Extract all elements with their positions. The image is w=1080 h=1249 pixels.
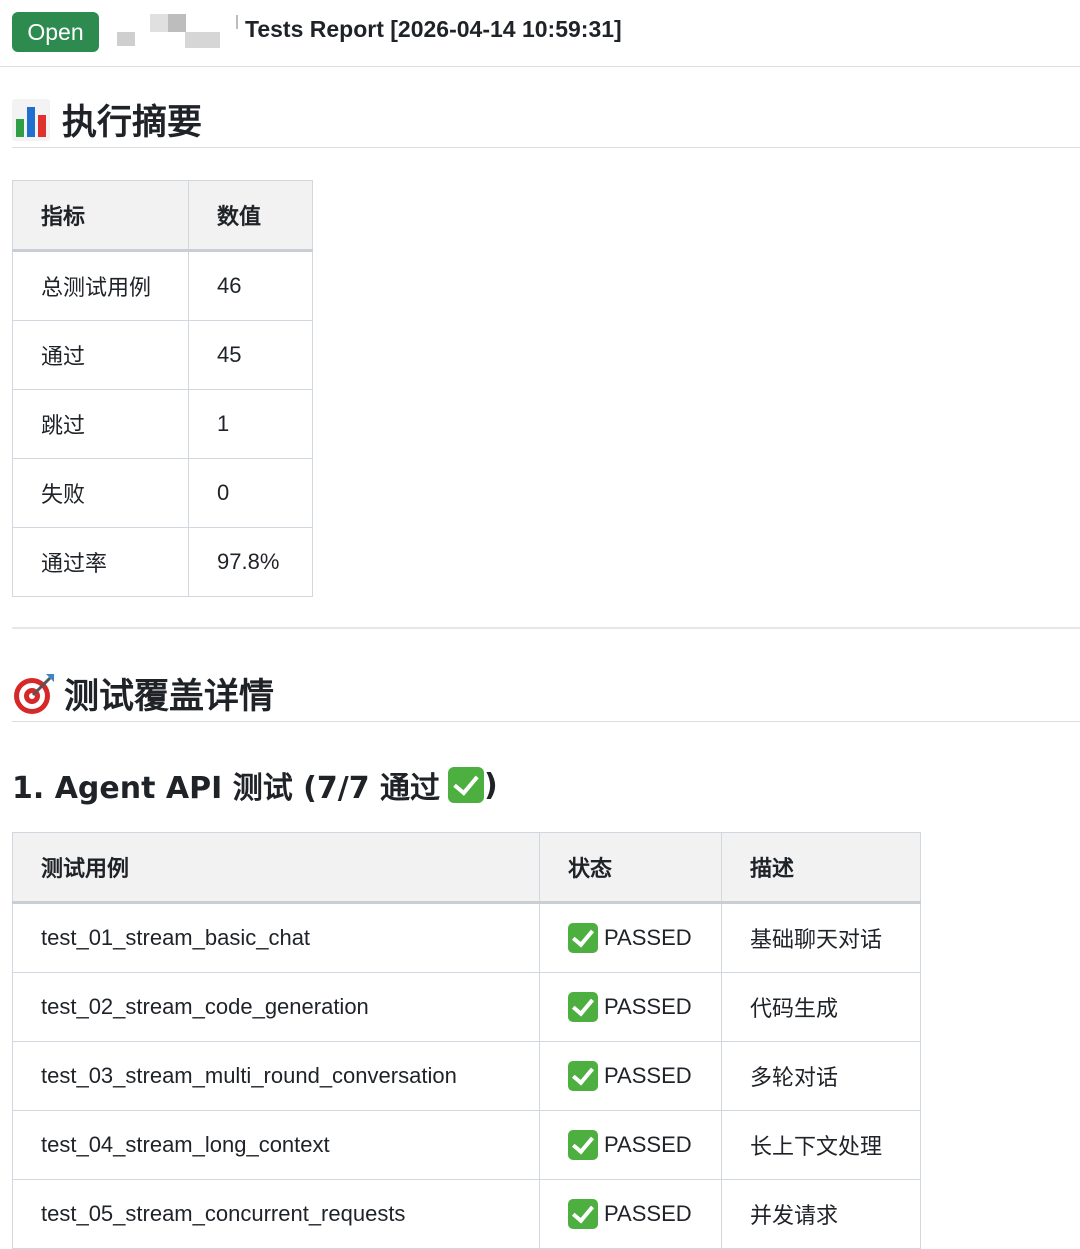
- table-row: 通过 45: [12, 320, 313, 390]
- subheading-text: 1. Agent API 测试 (7/7 通过: [12, 771, 441, 806]
- column-header: 数值: [188, 180, 313, 252]
- test-case-name: test_05_stream_concurrent_requests: [12, 1179, 540, 1249]
- table-header-row: 指标 数值: [12, 180, 313, 252]
- metric-name: 通过率: [12, 527, 189, 597]
- metric-value: 46: [188, 250, 313, 321]
- summary-heading-text: 执行摘要: [62, 103, 203, 143]
- table-row: 跳过 1: [12, 389, 313, 459]
- check-mark-icon: [448, 767, 485, 803]
- redacted-block: [185, 32, 220, 48]
- test-case-name: test_01_stream_basic_chat: [12, 902, 540, 973]
- table-row: test_04_stream_long_context PASSED 长上下文处…: [12, 1110, 921, 1180]
- status-label: PASSED: [604, 1132, 692, 1157]
- redacted-block: [236, 15, 238, 29]
- test-status: PASSED: [539, 1110, 722, 1180]
- metric-name: 跳过: [12, 389, 189, 459]
- status-label: PASSED: [604, 1201, 692, 1226]
- metric-name: 通过: [12, 320, 189, 390]
- metric-value: 97.8%: [188, 527, 313, 597]
- test-case-name: test_04_stream_long_context: [12, 1110, 540, 1180]
- check-mark-icon: [568, 992, 598, 1022]
- table-row: test_02_stream_code_generation PASSED 代码…: [12, 972, 921, 1042]
- column-header: 指标: [12, 180, 189, 252]
- bar-chart-icon: [12, 98, 50, 141]
- open-status-badge: Open: [12, 12, 99, 52]
- test-case-name: test_02_stream_code_generation: [12, 972, 540, 1042]
- redacted-block: [168, 14, 186, 32]
- table-row: test_03_stream_multi_round_conversation …: [12, 1041, 921, 1111]
- test-status: PASSED: [539, 902, 722, 973]
- column-header: 状态: [539, 832, 722, 904]
- top-bar: Open Tests Report [2026-04-14 10:59:31]: [0, 0, 1080, 67]
- column-header: 描述: [721, 832, 921, 904]
- coverage-heading: 测试覆盖详情: [12, 666, 1080, 722]
- test-status: PASSED: [539, 972, 722, 1042]
- summary-table: 指标 数值 总测试用例 46 通过 45 跳过 1 失败 0 通过率 97.8%: [12, 180, 313, 597]
- table-row: test_01_stream_basic_chat PASSED 基础聊天对话: [12, 902, 921, 973]
- check-mark-icon: [568, 1061, 598, 1091]
- table-row: 失败 0: [12, 458, 313, 528]
- check-mark-icon: [568, 923, 598, 953]
- metric-name: 总测试用例: [12, 250, 189, 321]
- summary-heading: 执行摘要: [12, 92, 1080, 148]
- test-status: PASSED: [539, 1179, 722, 1249]
- table-row: test_05_stream_concurrent_requests PASSE…: [12, 1179, 921, 1249]
- status-label: PASSED: [604, 925, 692, 950]
- check-mark-icon: [568, 1199, 598, 1229]
- test-status: PASSED: [539, 1041, 722, 1111]
- coverage-heading-text: 测试覆盖详情: [64, 677, 275, 717]
- section-divider: [12, 627, 1080, 629]
- metric-value: 1: [188, 389, 313, 459]
- column-header: 测试用例: [12, 832, 540, 904]
- test-description: 基础聊天对话: [721, 902, 921, 973]
- test-description: 代码生成: [721, 972, 921, 1042]
- metric-value: 45: [188, 320, 313, 390]
- redacted-block: [117, 32, 135, 46]
- test-case-name: test_03_stream_multi_round_conversation: [12, 1041, 540, 1111]
- status-label: PASSED: [604, 994, 692, 1019]
- test-description: 长上下文处理: [721, 1110, 921, 1180]
- table-row: 总测试用例 46: [12, 250, 313, 321]
- metric-name: 失败: [12, 458, 189, 528]
- status-label: PASSED: [604, 1063, 692, 1088]
- agent-api-subheading: 1. Agent API 测试 (7/7 通过 ): [12, 762, 498, 808]
- subheading-close: ): [484, 767, 498, 803]
- agent-api-test-table: 测试用例 状态 描述 test_01_stream_basic_chat PAS…: [12, 832, 921, 1249]
- test-description: 并发请求: [721, 1179, 921, 1249]
- test-description: 多轮对话: [721, 1041, 921, 1111]
- target-icon: [12, 672, 56, 716]
- table-row: 通过率 97.8%: [12, 527, 313, 597]
- check-mark-icon: [568, 1130, 598, 1160]
- metric-value: 0: [188, 458, 313, 528]
- report-title: Tests Report [2026-04-14 10:59:31]: [245, 16, 622, 42]
- table-header-row: 测试用例 状态 描述: [12, 832, 921, 904]
